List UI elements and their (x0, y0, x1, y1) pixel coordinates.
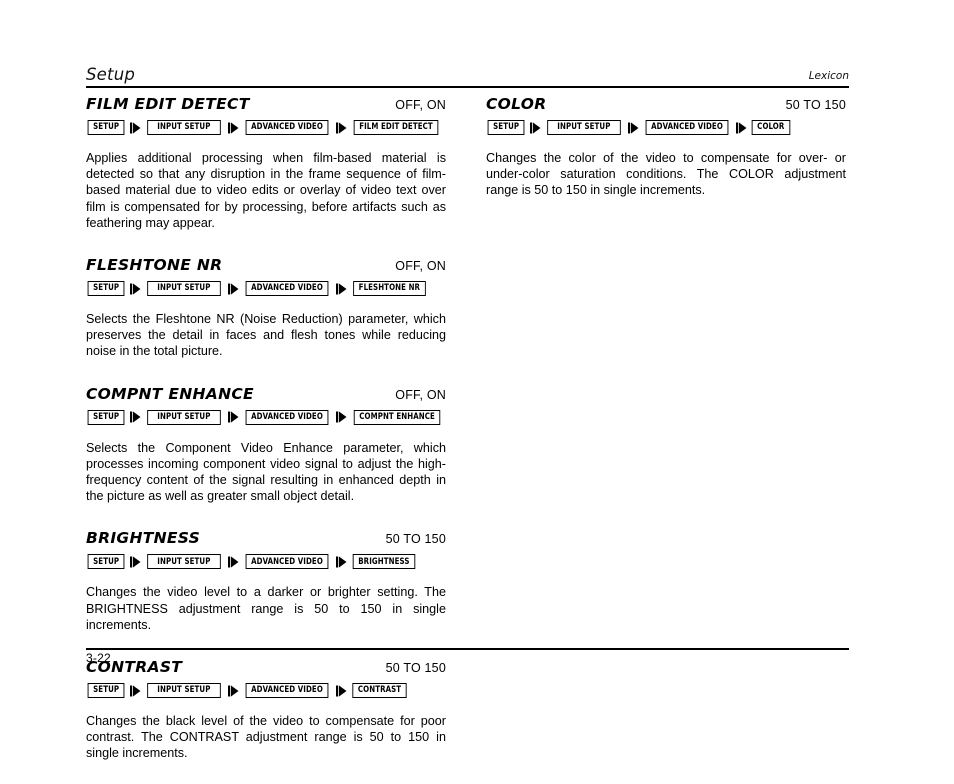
breadcrumb-item: FLESHTONE NR (353, 281, 426, 297)
triangle-right-icon (332, 120, 350, 135)
section-value-range: 50 TO 150 (785, 98, 846, 112)
breadcrumb-item: SETUP (87, 683, 125, 699)
running-head: Setup Lexicon (86, 62, 849, 86)
triangle-right-icon (126, 554, 144, 569)
left-column: FILM EDIT DETECT OFF, ON SETUP INPUT SETUP A… (86, 92, 446, 784)
triangle-right-icon (526, 120, 544, 135)
triangle-right-icon (332, 281, 350, 296)
section-header: FLESHTONE NR OFF, ON (86, 253, 446, 274)
triangle-right-icon (332, 683, 350, 698)
section-value-range: 50 TO 150 (385, 661, 446, 676)
section-header: COMPNT ENHANCE OFF, ON (86, 382, 446, 403)
breadcrumb-item: INPUT SETUP (147, 554, 221, 570)
breadcrumb-item: BRIGHTNESS (352, 554, 416, 570)
breadcrumb: SETUP INPUT SETUP ADVANCED VIDEO FILM EDIT … (86, 120, 446, 135)
page-number: 3-22 (86, 651, 111, 665)
manual-page: Setup Lexicon FILM EDIT DETECT OFF, ON SET… (86, 0, 849, 760)
section-value-range: 50 TO 150 (385, 532, 446, 547)
breadcrumb-item: INPUT SETUP (547, 120, 621, 135)
triangle-right-icon (224, 683, 242, 698)
breadcrumb-item: COMPNT ENHANCE (353, 409, 441, 425)
brand-name: Lexicon (808, 70, 849, 82)
triangle-right-icon (624, 120, 642, 135)
section-body-text: Selects the Component Video Enhance para… (86, 440, 446, 504)
manual-section: FLESHTONE NR OFF, ON SETUP INPUT SETUP ADVAN… (86, 253, 446, 382)
manual-section: FILM EDIT DETECT OFF, ON SETUP INPUT SETUP A… (86, 92, 446, 253)
footer-rule (86, 648, 849, 650)
section-header: BRIGHTNESS 50 TO 150 (86, 526, 446, 547)
breadcrumb: SETUP INPUT SETUP ADVANCED VIDEO COMPNT ENH… (86, 409, 446, 425)
manual-section: CONTRAST 50 TO 150 SETUP INPUT SETUP ADVANCE… (86, 655, 446, 784)
triangle-right-icon (732, 120, 750, 135)
breadcrumb: SETUP INPUT SETUP ADVANCED VIDEO CONTRAST (86, 683, 446, 699)
breadcrumb-item: SETUP (87, 554, 125, 570)
breadcrumb-item: COLOR (751, 120, 790, 135)
triangle-right-icon (224, 120, 242, 135)
triangle-right-icon (224, 410, 242, 425)
section-body-text: Changes the video level to a darker or b… (86, 585, 446, 632)
breadcrumb-item: CONTRAST (352, 683, 407, 699)
breadcrumb: SETUP INPUT SETUP ADVANCED VIDEO FLESHTONE … (86, 281, 446, 297)
section-header: FILM EDIT DETECT OFF, ON (86, 92, 446, 113)
section-title: FLESHTONE NR (86, 256, 223, 275)
breadcrumb-item: INPUT SETUP (147, 683, 221, 699)
triangle-right-icon (224, 281, 242, 296)
triangle-right-icon (126, 120, 144, 135)
section-header: CONTRAST 50 TO 150 (86, 655, 446, 676)
header-rule (86, 86, 849, 88)
manual-section: BRIGHTNESS 50 TO 150 SETUP INPUT SETUP ADVAN… (86, 526, 446, 655)
breadcrumb-item: SETUP (87, 409, 125, 425)
breadcrumb: SETUP INPUT SETUP ADVANCED VIDEO COLOR (486, 120, 846, 135)
section-title: BRIGHTNESS (86, 529, 201, 548)
right-column: COLOR 50 TO 150 SETUP INPUT SETUP ADVANCED V… (486, 92, 846, 221)
triangle-right-icon (126, 281, 144, 296)
breadcrumb-item: ADVANCED VIDEO (245, 281, 329, 297)
breadcrumb-item: SETUP (487, 120, 525, 135)
breadcrumb-item: ADVANCED VIDEO (245, 409, 329, 425)
section-body-text: Applies additional processing when film-… (86, 151, 446, 230)
section-title: COLOR (486, 95, 547, 113)
breadcrumb-item: ADVANCED VIDEO (245, 554, 329, 570)
section-value-range: OFF, ON (395, 98, 446, 112)
breadcrumb-item: ADVANCED VIDEO (245, 683, 329, 699)
breadcrumb: SETUP INPUT SETUP ADVANCED VIDEO BRIGHTNESS (86, 554, 446, 570)
section-value-range: OFF, ON (395, 387, 446, 402)
triangle-right-icon (332, 554, 350, 569)
manual-section: COLOR 50 TO 150 SETUP INPUT SETUP ADVANCED V… (486, 92, 846, 221)
manual-section: COMPNT ENHANCE OFF, ON SETUP INPUT SETUP ADV… (86, 382, 446, 527)
triangle-right-icon (126, 683, 144, 698)
section-title: COMPNT ENHANCE (86, 384, 254, 403)
breadcrumb-item: INPUT SETUP (147, 120, 221, 135)
section-header: COLOR 50 TO 150 (486, 92, 846, 113)
breadcrumb-item: SETUP (87, 120, 125, 135)
breadcrumb-item: SETUP (87, 281, 125, 297)
triangle-right-icon (126, 410, 144, 425)
section-value-range: OFF, ON (395, 259, 446, 274)
breadcrumb-item: ADVANCED VIDEO (645, 120, 729, 135)
section-body-text: Changes the color of the video to compen… (486, 151, 846, 198)
breadcrumb-item: FILM EDIT DETECT (353, 120, 439, 135)
breadcrumb-item: INPUT SETUP (147, 281, 221, 297)
triangle-right-icon (224, 554, 242, 569)
section-body-text: Selects the Fleshtone NR (Noise Reductio… (86, 312, 446, 359)
breadcrumb-item: INPUT SETUP (147, 409, 221, 425)
breadcrumb-item: ADVANCED VIDEO (245, 120, 329, 135)
page-title: Setup (86, 65, 136, 84)
triangle-right-icon (332, 410, 350, 425)
section-title: FILM EDIT DETECT (86, 95, 250, 113)
section-body-text: Changes the black level of the video to … (86, 714, 446, 761)
